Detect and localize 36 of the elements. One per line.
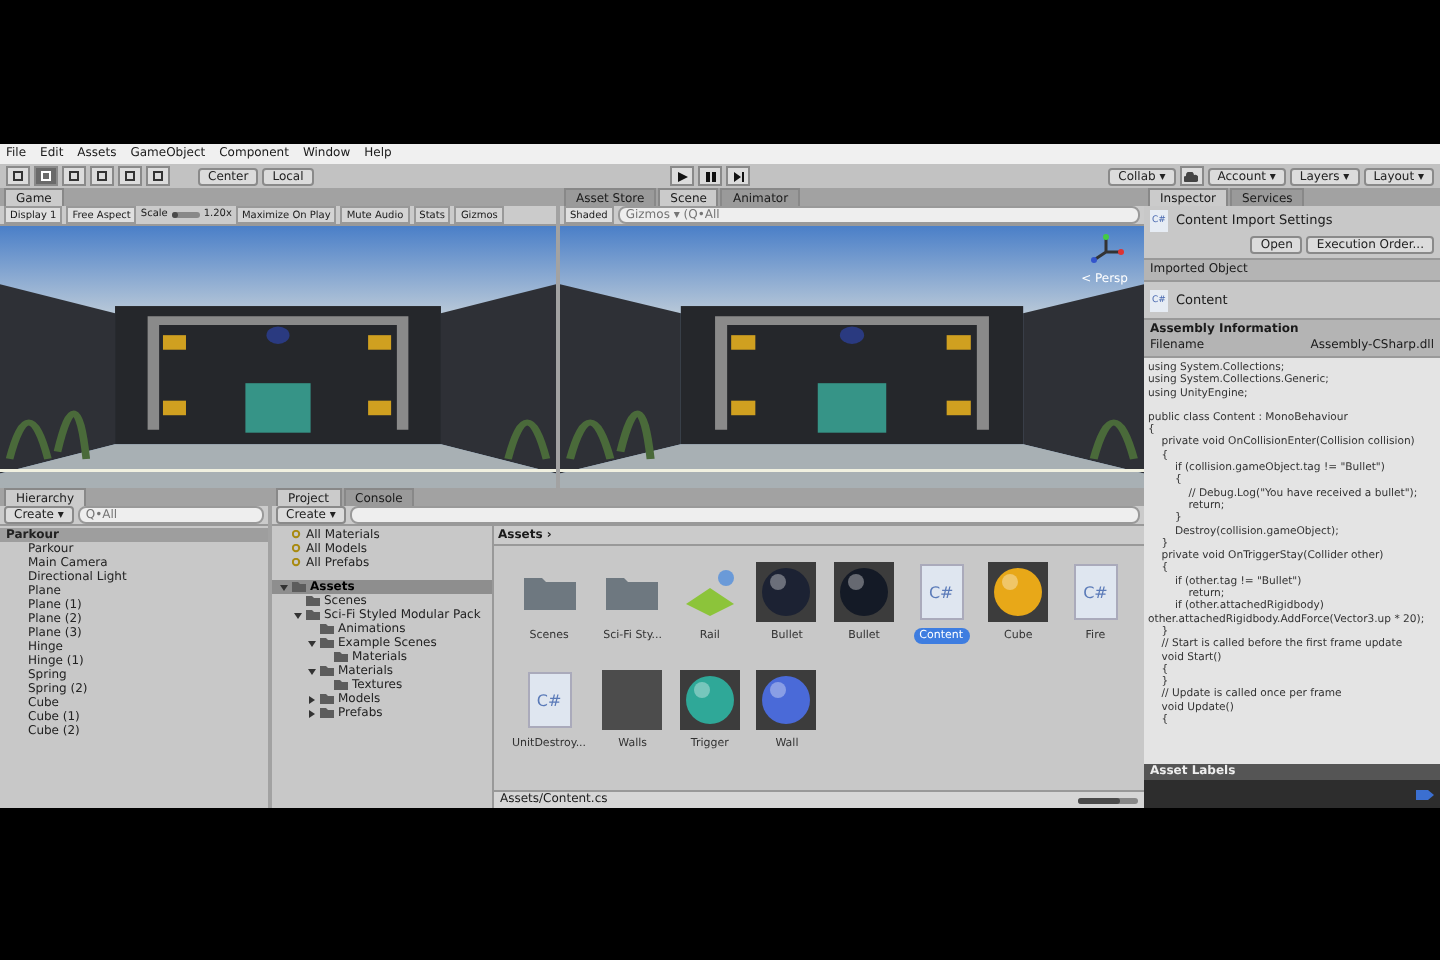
folder-icon <box>521 572 578 612</box>
expanded-arrow-icon[interactable] <box>280 583 288 591</box>
folder-icon <box>604 572 661 612</box>
move-tool-button[interactable] <box>34 166 58 186</box>
script-file-icon: C# <box>1073 564 1118 620</box>
rotate-tool-button[interactable] <box>62 166 86 186</box>
pause-button[interactable] <box>698 166 723 186</box>
cloud-button[interactable] <box>1179 166 1204 186</box>
expanded-arrow-icon[interactable] <box>308 639 316 647</box>
expanded-arrow-icon[interactable] <box>308 667 316 675</box>
rect-tool-button[interactable] <box>118 166 142 186</box>
search-field[interactable] <box>349 506 1140 524</box>
expanded-arrow-icon[interactable] <box>294 611 302 619</box>
hand-tool-button[interactable] <box>6 166 30 186</box>
sphere-icon <box>756 562 817 622</box>
sphere-icon <box>834 562 895 622</box>
step-button[interactable] <box>726 166 751 186</box>
tag-icon <box>1416 787 1434 801</box>
zoom-slider-fill[interactable] <box>1078 797 1120 803</box>
sphere-icon <box>756 670 817 730</box>
cloud-icon <box>1184 171 1199 181</box>
texture-icon <box>602 670 663 730</box>
scale-tool-button[interactable] <box>90 166 114 186</box>
pause-icon <box>705 171 716 181</box>
collapsed-arrow-icon[interactable] <box>308 695 316 703</box>
sphere-icon <box>988 562 1049 622</box>
script-file-icon: C# <box>527 672 572 728</box>
step-icon <box>733 171 744 181</box>
sphere-icon <box>679 670 740 730</box>
prefab-icon <box>681 568 738 616</box>
collapsed-arrow-icon[interactable] <box>308 709 316 717</box>
script-file-icon: C# <box>919 564 964 620</box>
play-button[interactable] <box>670 166 695 186</box>
play-icon <box>677 171 688 181</box>
transform-tool-button[interactable] <box>146 166 170 186</box>
slider-fill[interactable] <box>171 212 178 218</box>
